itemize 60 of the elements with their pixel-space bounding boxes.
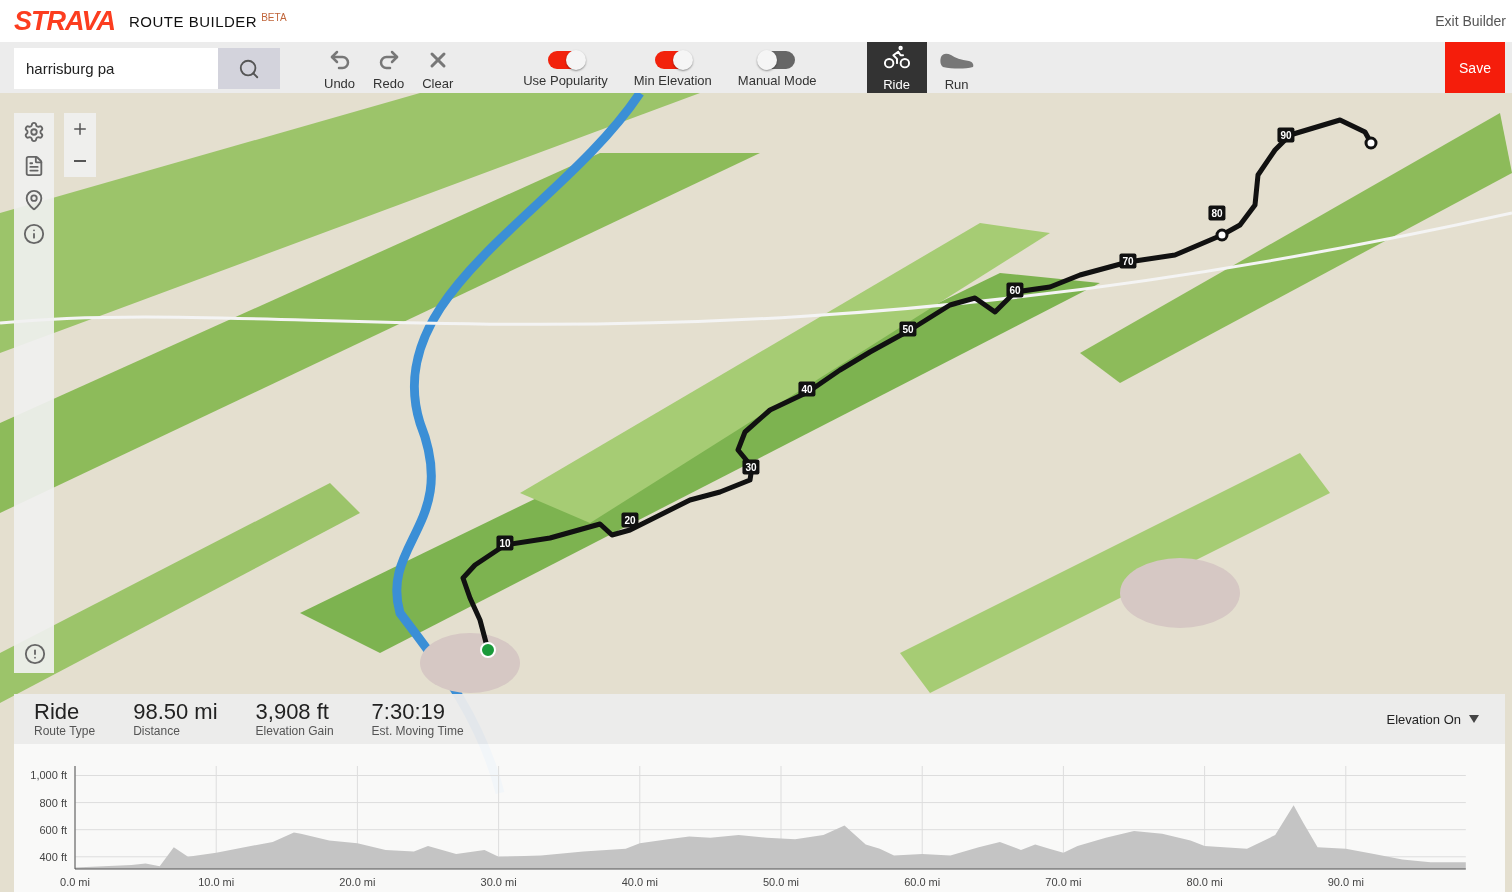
- minus-icon: [74, 160, 86, 162]
- mile-marker: 60: [1006, 282, 1024, 298]
- axis-label: 30.0 mi: [480, 876, 517, 888]
- axis-label: 20.0 mi: [339, 876, 376, 888]
- info-icon[interactable]: [23, 223, 45, 245]
- start-marker[interactable]: [480, 642, 496, 658]
- app-title: ROUTE BUILDER: [129, 12, 258, 30]
- plus-icon: [71, 120, 89, 138]
- route-type-tab[interactable]: Run: [926, 42, 987, 93]
- alert-icon[interactable]: [24, 643, 46, 665]
- search-field[interactable]: harrisburg pa: [14, 48, 218, 89]
- shoe-icon: [938, 51, 975, 71]
- settings-icon[interactable]: [23, 121, 45, 143]
- stat-value: 7:30:19: [371, 700, 446, 724]
- end-marker[interactable]: [1364, 136, 1378, 150]
- elevation-dropdown[interactable]: Elevation On: [1380, 710, 1485, 728]
- waypoint-marker[interactable]: [1215, 228, 1229, 242]
- mile-marker: 40: [798, 381, 816, 397]
- stat-label: Elevation Gain: [255, 724, 334, 738]
- route-type-tab[interactable]: Ride: [866, 42, 927, 93]
- axis-label: 60.0 mi: [904, 876, 941, 888]
- mile-marker: 30: [742, 459, 760, 475]
- mile-marker: 80: [1208, 205, 1226, 221]
- stat-label: Est. Moving Time: [371, 724, 464, 738]
- axis-label: 10.0 mi: [198, 876, 235, 888]
- mile-marker: 70: [1119, 253, 1137, 269]
- axis-label: 600 ft: [39, 823, 67, 836]
- beta-label: BETA: [261, 12, 287, 23]
- search-button[interactable]: [218, 48, 280, 89]
- stat-value: 98.50 mi: [133, 700, 218, 724]
- toggle-switch[interactable]: Use Popularity: [519, 42, 612, 93]
- toggle-switch[interactable]: Manual Mode: [733, 42, 821, 93]
- axis-label: 800 ft: [39, 796, 67, 809]
- exit-link[interactable]: Exit Builder: [1435, 13, 1506, 29]
- axis-label: 50.0 mi: [762, 876, 800, 888]
- mile-marker: 10: [496, 535, 514, 551]
- save-button[interactable]: Save: [1445, 42, 1505, 93]
- logo[interactable]: STRAVA: [14, 5, 115, 37]
- toggle-switch[interactable]: Min Elevation: [629, 42, 716, 93]
- clear-button[interactable]: Clear: [414, 42, 462, 93]
- search-icon: [238, 57, 260, 80]
- stat-label: Route Type: [34, 724, 96, 738]
- undo-button[interactable]: Undo: [316, 42, 364, 93]
- caret-icon: [1469, 715, 1479, 723]
- axis-label: 80.0 mi: [1186, 876, 1223, 888]
- stat-value: 3,908 ft: [255, 700, 330, 724]
- axis-label: 70.0 mi: [1045, 876, 1082, 888]
- axis-label: 90.0 mi: [1327, 876, 1364, 888]
- redo-button[interactable]: Redo: [365, 42, 413, 93]
- list-icon[interactable]: [23, 155, 45, 177]
- stat-value: Ride: [34, 700, 81, 724]
- mile-marker: 50: [899, 321, 917, 337]
- axis-label: 1,000 ft: [30, 769, 67, 782]
- stat-label: Distance: [133, 724, 181, 738]
- axis-label: 400 ft: [39, 850, 67, 863]
- mile-marker: 20: [621, 512, 639, 528]
- mile-marker: 90: [1277, 127, 1295, 143]
- axis-label: 0.0 mi: [60, 876, 90, 888]
- axis-label: 40.0 mi: [621, 876, 658, 888]
- pin-icon[interactable]: [23, 189, 45, 211]
